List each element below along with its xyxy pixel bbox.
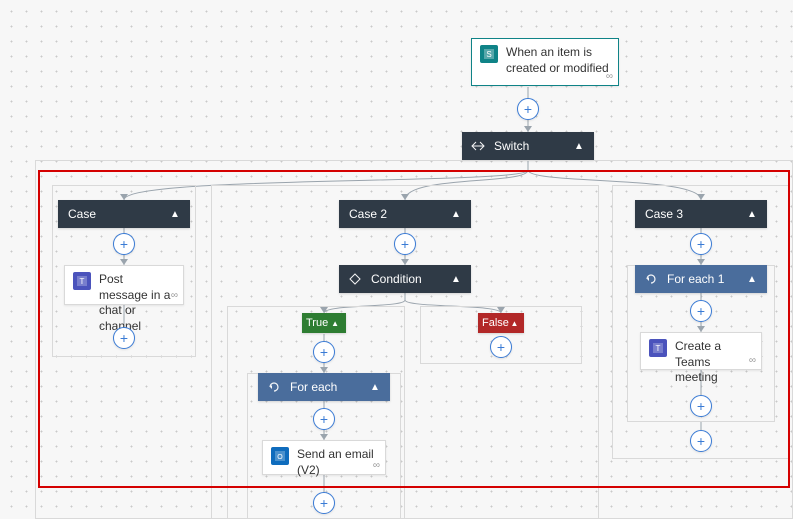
- case-2-header[interactable]: Case 2 ▲: [339, 200, 471, 228]
- svg-text:T: T: [656, 344, 661, 353]
- add-step-button[interactable]: +: [313, 408, 335, 430]
- action-label: Create a Teams meeting: [675, 339, 753, 386]
- chevron-up-icon: ▲: [572, 141, 586, 152]
- chevron-up-icon: ▲: [328, 319, 342, 328]
- teams-icon: T: [73, 272, 91, 290]
- case-3-label: Case 3: [645, 207, 745, 221]
- send-email-action[interactable]: O Send an email (V2) ∞: [262, 440, 386, 475]
- teams-icon: T: [649, 339, 667, 357]
- condition-icon: [347, 271, 363, 287]
- false-header[interactable]: False ▲: [478, 313, 524, 333]
- post-message-action[interactable]: T Post message in a chat or channel ∞: [64, 265, 184, 305]
- chevron-up-icon: ▲: [449, 274, 463, 285]
- add-step-button[interactable]: +: [313, 492, 335, 514]
- case-2-label: Case 2: [349, 207, 449, 221]
- condition-label: Condition: [371, 272, 449, 286]
- foreach-1-header[interactable]: For each 1 ▲: [635, 265, 767, 293]
- sharepoint-icon: S: [480, 45, 498, 63]
- true-label: True: [306, 317, 328, 329]
- action-label: Send an email (V2): [297, 447, 377, 478]
- add-step-button[interactable]: +: [690, 430, 712, 452]
- add-step-button[interactable]: +: [490, 336, 512, 358]
- add-step-button[interactable]: +: [394, 233, 416, 255]
- outlook-icon: O: [271, 447, 289, 465]
- foreach-icon: [643, 271, 659, 287]
- chevron-up-icon: ▲: [509, 319, 520, 328]
- foreach-1-label: For each 1: [667, 272, 745, 286]
- add-step-button[interactable]: +: [690, 233, 712, 255]
- chevron-up-icon: ▲: [449, 209, 463, 220]
- chevron-up-icon: ▲: [368, 382, 382, 393]
- case-1-label: Case: [68, 207, 168, 221]
- add-step-button[interactable]: +: [517, 98, 539, 120]
- foreach-label: For each: [290, 380, 368, 394]
- link-icon: ∞: [606, 71, 613, 82]
- case-3-header[interactable]: Case 3 ▲: [635, 200, 767, 228]
- add-step-button[interactable]: +: [690, 300, 712, 322]
- action-label: Post message in a chat or channel: [99, 272, 175, 334]
- link-icon: ∞: [749, 355, 756, 366]
- flow-canvas[interactable]: S When an item is created or modified ∞ …: [0, 0, 793, 519]
- condition-header[interactable]: Condition ▲: [339, 265, 471, 293]
- svg-text:S: S: [486, 50, 491, 59]
- create-teams-meeting-action[interactable]: T Create a Teams meeting ∞: [640, 332, 762, 370]
- true-header[interactable]: True ▲: [302, 313, 346, 333]
- add-step-button[interactable]: +: [690, 395, 712, 417]
- add-step-button[interactable]: +: [113, 327, 135, 349]
- trigger-card[interactable]: S When an item is created or modified ∞: [471, 38, 619, 86]
- chevron-up-icon: ▲: [745, 209, 759, 220]
- false-label: False: [482, 317, 509, 329]
- add-step-button[interactable]: +: [113, 233, 135, 255]
- add-step-button[interactable]: +: [313, 341, 335, 363]
- case-1-header[interactable]: Case ▲: [58, 200, 190, 228]
- switch-header[interactable]: Switch ▲: [462, 132, 594, 160]
- link-icon: ∞: [373, 460, 380, 471]
- chevron-up-icon: ▲: [168, 209, 182, 220]
- svg-text:T: T: [80, 277, 85, 286]
- chevron-up-icon: ▲: [745, 274, 759, 285]
- svg-text:O: O: [277, 454, 283, 461]
- switch-label: Switch: [494, 139, 572, 153]
- trigger-label: When an item is created or modified: [506, 45, 610, 76]
- foreach-icon: [266, 379, 282, 395]
- switch-icon: [470, 138, 486, 154]
- foreach-true-header[interactable]: For each ▲: [258, 373, 390, 401]
- link-icon: ∞: [171, 290, 178, 301]
